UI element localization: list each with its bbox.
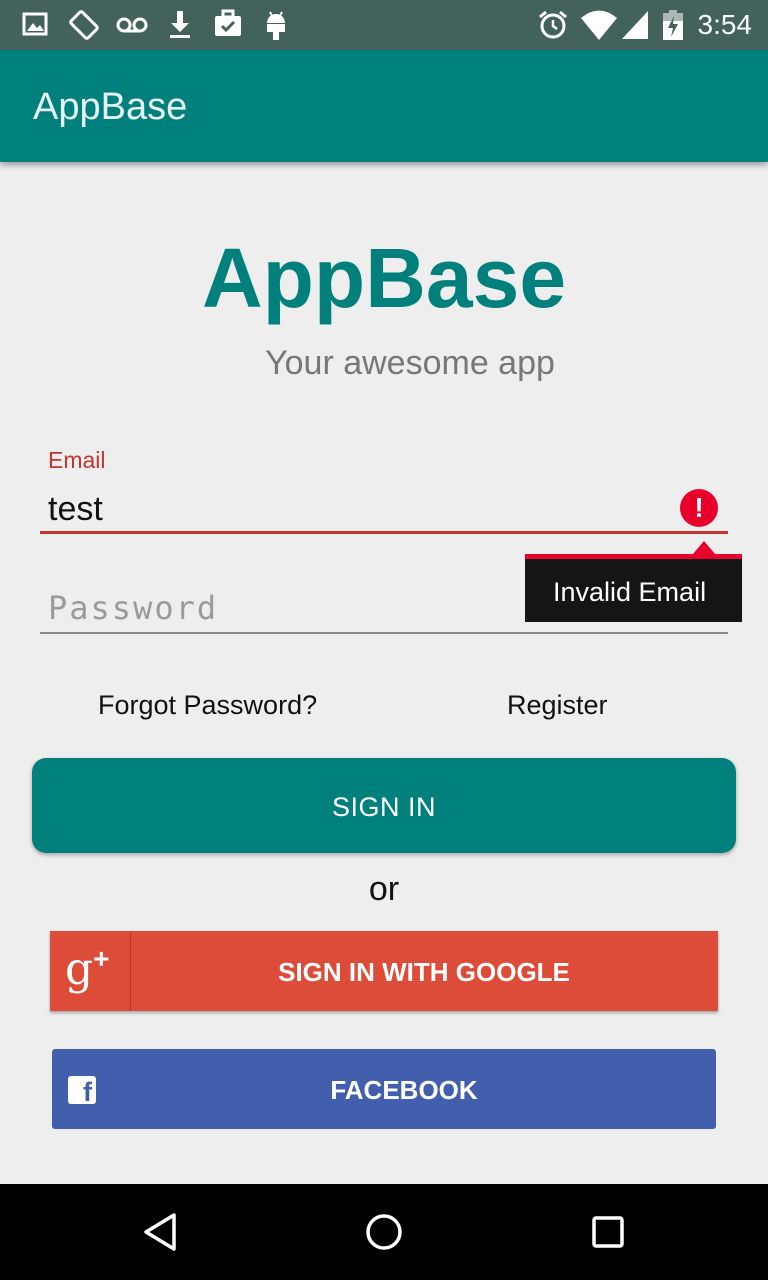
error-tooltip-arrow: [693, 541, 715, 554]
recents-icon[interactable]: [590, 1212, 626, 1252]
or-separator: or: [368, 870, 400, 908]
app-bar-title: AppBase: [33, 86, 188, 128]
signal-icon: [622, 11, 648, 39]
home-icon[interactable]: [364, 1212, 404, 1252]
navigation-bar: [0, 1184, 768, 1280]
facebook-sign-in-button[interactable]: f FACEBOOK: [52, 1049, 716, 1129]
google-plus-icon: g+: [50, 931, 131, 1011]
back-icon[interactable]: [140, 1212, 180, 1252]
password-input[interactable]: [40, 584, 728, 634]
wifi-icon: [581, 10, 617, 40]
screen-rotation-icon: [69, 10, 99, 40]
google-plus-glyph: g+: [65, 943, 110, 995]
register-link[interactable]: Register: [507, 690, 608, 721]
sign-in-button[interactable]: SIGN IN: [32, 758, 736, 853]
android-icon: [267, 11, 285, 40]
google-sign-in-button[interactable]: g+ SIGN IN WITH GOOGLE: [50, 931, 718, 1011]
image-icon: [22, 12, 48, 36]
google-sign-in-label: SIGN IN WITH GOOGLE: [278, 957, 570, 987]
email-input[interactable]: test: [48, 490, 103, 529]
facebook-sign-in-label: FACEBOOK: [330, 1075, 478, 1105]
email-underline: [40, 531, 728, 534]
download-icon: [170, 11, 190, 38]
app-bar: AppBase: [0, 50, 768, 162]
forgot-password-link[interactable]: Forgot Password?: [98, 690, 317, 721]
briefcase-check-icon: [215, 9, 241, 36]
error-icon: !: [680, 489, 718, 527]
alarm-icon: [539, 10, 567, 39]
status-time: 3:54: [697, 9, 753, 40]
battery-charging-icon: [663, 10, 683, 40]
logo-title: AppBase: [201, 231, 567, 325]
status-bar: 3:54: [0, 0, 768, 50]
email-label: Email: [48, 447, 106, 473]
logo-tagline: Your awesome app: [265, 344, 555, 382]
voicemail-icon: [116, 17, 148, 33]
